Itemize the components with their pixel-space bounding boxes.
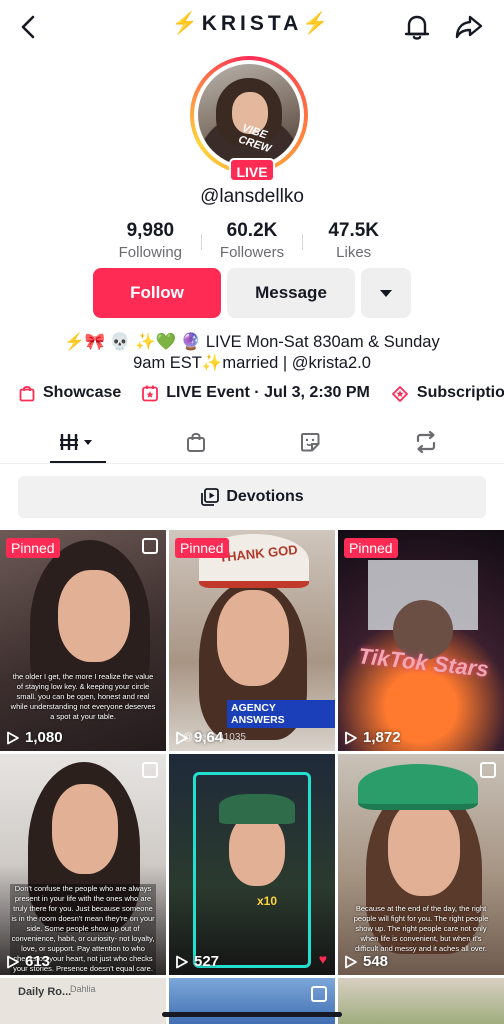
- top-bar: ⚡KRISTA⚡: [0, 0, 504, 52]
- overlay-text: x10: [257, 894, 278, 908]
- message-button[interactable]: Message: [227, 268, 355, 318]
- showcase-link[interactable]: Showcase: [18, 380, 121, 406]
- visor-shape: [358, 764, 478, 810]
- view-count: 613: [6, 953, 50, 970]
- share-icon: [455, 15, 483, 39]
- video-thumbnail[interactable]: Pinned the older I get, the more I reali…: [0, 530, 166, 751]
- view-count: 548: [344, 953, 388, 970]
- following-stat[interactable]: 9,980 Following: [100, 220, 201, 266]
- sticker-icon: [301, 433, 320, 452]
- bell-icon: [404, 15, 430, 40]
- overlay-text: AGENCY ANSWERS: [227, 700, 335, 728]
- thumbnail-text: Dahlia: [70, 984, 96, 994]
- playlist-label: Devotions: [226, 488, 304, 505]
- pinned-badge: Pinned: [344, 538, 398, 558]
- play-outline-icon: [7, 955, 19, 968]
- tab-videos[interactable]: [50, 426, 106, 458]
- repost-icon: [416, 430, 436, 454]
- video-thumbnail[interactable]: x10 ♥ 527: [169, 754, 335, 975]
- profile-stats: 9,980 Following 60.2K Followers 47.5K Li…: [100, 220, 404, 266]
- video-caption: Because at the end of the day, the right…: [353, 904, 489, 953]
- heart-icon: ♥: [318, 951, 327, 967]
- home-indicator: [162, 1012, 342, 1017]
- video-thumbnail[interactable]: Daily Ro... Dahlia: [0, 978, 166, 1024]
- play-outline-icon: [176, 731, 188, 744]
- follow-button[interactable]: Follow: [93, 268, 221, 318]
- subscription-label: Subscription: [416, 384, 504, 401]
- likes-stat[interactable]: 47.5K Likes: [303, 220, 404, 266]
- pinned-badge: Pinned: [175, 538, 229, 558]
- bio: ⚡🎀 💀 ✨💚 🔮 LIVE Mon-Sat 830am & Sunday 9a…: [20, 332, 484, 374]
- notifications-button[interactable]: [400, 10, 434, 44]
- content-tabs: [0, 420, 504, 464]
- video-thumbnail[interactable]: Pinned TikTok Stars 1,872: [338, 530, 504, 751]
- video-caption: the older I get, the more I realize the …: [10, 672, 156, 721]
- likes-label: Likes: [336, 244, 372, 261]
- view-count: 9,64: [175, 729, 223, 746]
- video-thumbnail[interactable]: [338, 978, 504, 1024]
- video-thumbnail[interactable]: Because at the end of the day, the right…: [338, 754, 504, 975]
- tab-favorites[interactable]: [282, 426, 338, 458]
- live-event-label: LIVE Event · Jul 3, 2:30 PM: [166, 384, 370, 401]
- play-outline-icon: [7, 731, 19, 744]
- live-event-link[interactable]: LIVE Event · Jul 3, 2:30 PM: [141, 380, 370, 406]
- followers-stat[interactable]: 60.2K Followers: [202, 220, 303, 266]
- play-outline-icon: [345, 955, 357, 968]
- profile-links: Showcase LIVE Event · Jul 3, 2:30 PM Sub…: [18, 380, 504, 406]
- live-badge[interactable]: LIVE: [229, 158, 275, 182]
- followers-count: 60.2K: [226, 220, 278, 241]
- view-count: 1,872: [344, 729, 401, 746]
- subscription-icon: [391, 386, 408, 402]
- following-count: 9,980: [126, 220, 175, 241]
- play-outline-icon: [345, 731, 357, 744]
- video-thumbnail[interactable]: [169, 978, 335, 1024]
- calendar-icon: [142, 385, 159, 402]
- bio-line: 9am EST✨married | @krista2.0: [133, 354, 371, 372]
- avatar-live-ring[interactable]: VIBE CREW: [190, 56, 308, 174]
- grid-icon: [60, 434, 92, 450]
- multi-image-icon: [480, 762, 496, 778]
- suggested-accounts-button[interactable]: [361, 268, 411, 318]
- showcase-label: Showcase: [43, 384, 122, 401]
- multi-image-icon: [142, 538, 158, 554]
- view-count: 1,080: [6, 729, 63, 746]
- caret-down-icon: [380, 289, 392, 297]
- playlist-icon: [201, 488, 220, 506]
- multi-image-icon: [142, 762, 158, 778]
- tab-reposts[interactable]: [398, 426, 454, 458]
- shopping-bag-icon: [187, 432, 205, 452]
- followers-label: Followers: [219, 244, 285, 261]
- following-label: Following: [118, 244, 183, 261]
- video-thumbnail[interactable]: THANK GOD Pinned AGENCY ANSWERS @mapuu10…: [169, 530, 335, 751]
- playlist-devotions[interactable]: Devotions: [18, 476, 486, 518]
- username: @lansdellko: [200, 186, 304, 207]
- subscription-link[interactable]: Subscription: [390, 380, 504, 406]
- overlay-text: TikTok Stars: [357, 643, 490, 682]
- tab-shop[interactable]: [168, 426, 224, 458]
- view-count: 527: [175, 953, 219, 970]
- play-outline-icon: [176, 955, 188, 968]
- action-buttons: Follow Message: [93, 268, 413, 318]
- bio-line: ⚡🎀 💀 ✨💚 🔮 LIVE Mon-Sat 830am & Sunday: [64, 333, 440, 351]
- share-button[interactable]: [452, 10, 486, 44]
- video-grid: Pinned the older I get, the more I reali…: [0, 530, 504, 1024]
- avatar: VIBE CREW: [198, 64, 300, 166]
- shopping-bag-icon: [19, 386, 35, 402]
- video-thumbnail[interactable]: Don't confuse the people who are always …: [0, 754, 166, 975]
- active-tab-indicator: [50, 461, 106, 463]
- multi-image-icon: [311, 986, 327, 1002]
- pinned-badge: Pinned: [6, 538, 60, 558]
- likes-count: 47.5K: [328, 220, 380, 241]
- thumbnail-text: Daily Ro...: [18, 986, 72, 998]
